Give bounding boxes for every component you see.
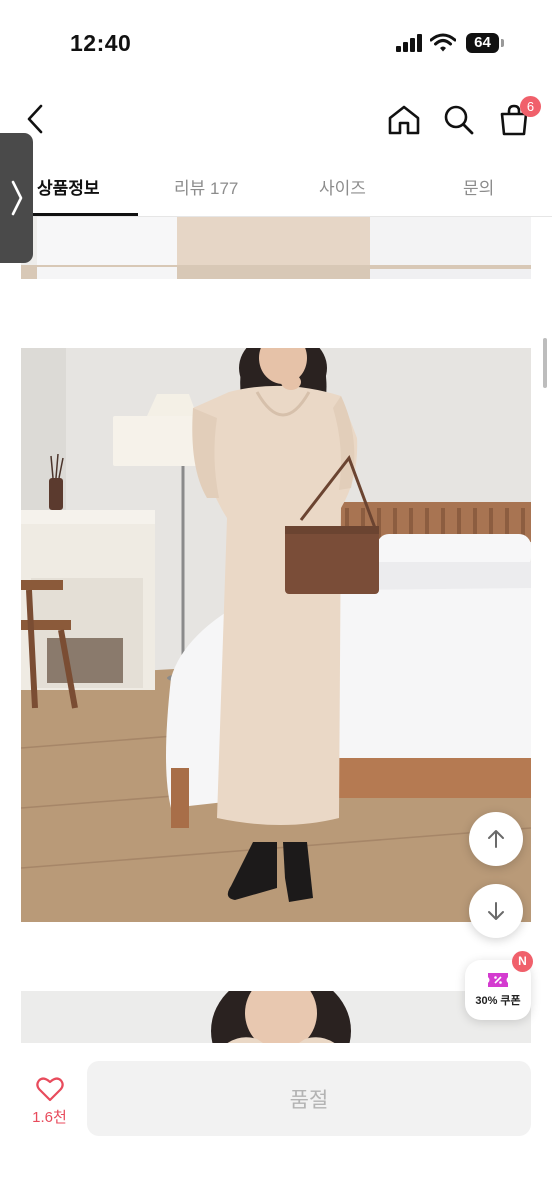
status-time: 12:40 bbox=[70, 30, 132, 56]
wifi-icon bbox=[430, 33, 456, 52]
coupon-ticket-icon bbox=[488, 973, 508, 987]
scrollbar[interactable] bbox=[543, 338, 547, 388]
search-icon bbox=[444, 105, 474, 135]
like-count: 1.6천 bbox=[32, 1109, 67, 1126]
battery-indicator: 64 bbox=[466, 33, 499, 53]
heart-icon bbox=[36, 1077, 64, 1102]
status-bar: 12:40 64 bbox=[0, 0, 552, 88]
product-photo-2 bbox=[21, 348, 531, 922]
arrow-down-icon bbox=[488, 902, 504, 920]
side-drawer-handle[interactable] bbox=[0, 133, 33, 263]
tab-reviews[interactable]: 리뷰 177 bbox=[174, 174, 238, 199]
tab-size[interactable]: 사이즈 bbox=[319, 174, 366, 199]
arrow-up-icon bbox=[488, 830, 504, 848]
home-button[interactable] bbox=[384, 100, 424, 140]
tab-product-info[interactable]: 상품정보 bbox=[37, 174, 100, 199]
scroll-down-button[interactable] bbox=[469, 884, 523, 938]
product-tabs: 상품정보 리뷰 177 사이즈 문의 bbox=[0, 156, 552, 217]
back-button[interactable] bbox=[18, 102, 52, 136]
signal-icon bbox=[396, 34, 422, 52]
tab-inquiry[interactable]: 문의 bbox=[463, 174, 494, 199]
top-nav bbox=[0, 88, 552, 156]
coupon-label: 30% 쿠폰 bbox=[475, 995, 521, 1007]
product-photo-1 bbox=[21, 217, 531, 279]
like-button[interactable] bbox=[30, 1072, 70, 1106]
chevron-right-icon bbox=[11, 180, 22, 216]
coupon-new-badge: N bbox=[512, 951, 533, 972]
search-button[interactable] bbox=[439, 100, 479, 140]
sold-out-button[interactable]: 품절 bbox=[87, 1061, 531, 1136]
chevron-left-icon bbox=[27, 104, 43, 134]
battery-tip bbox=[501, 39, 504, 47]
home-icon bbox=[388, 105, 420, 135]
scroll-up-button[interactable] bbox=[469, 812, 523, 866]
product-detail-content[interactable] bbox=[0, 217, 552, 1060]
cart-count-badge: 6 bbox=[520, 96, 541, 117]
